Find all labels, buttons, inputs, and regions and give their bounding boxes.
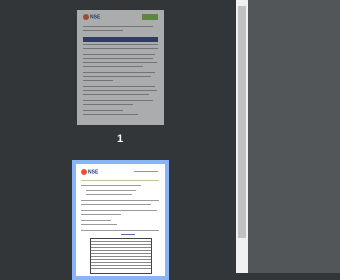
nse-logo: NSE <box>81 169 98 175</box>
document-viewer-area[interactable] <box>248 0 340 273</box>
data-table-thumbnail <box>90 238 152 274</box>
nse-logo-mark-icon <box>81 169 87 175</box>
page-thumbnail-1[interactable]: NSE <box>77 10 164 125</box>
page-thumbnail-2[interactable]: NSE <box>76 164 165 276</box>
sidebar-scrollbar-thumb[interactable] <box>238 6 246 238</box>
page-number-label: 1 <box>116 133 124 145</box>
thumbnail-sidebar: NSE 1 NSE <box>0 0 236 280</box>
